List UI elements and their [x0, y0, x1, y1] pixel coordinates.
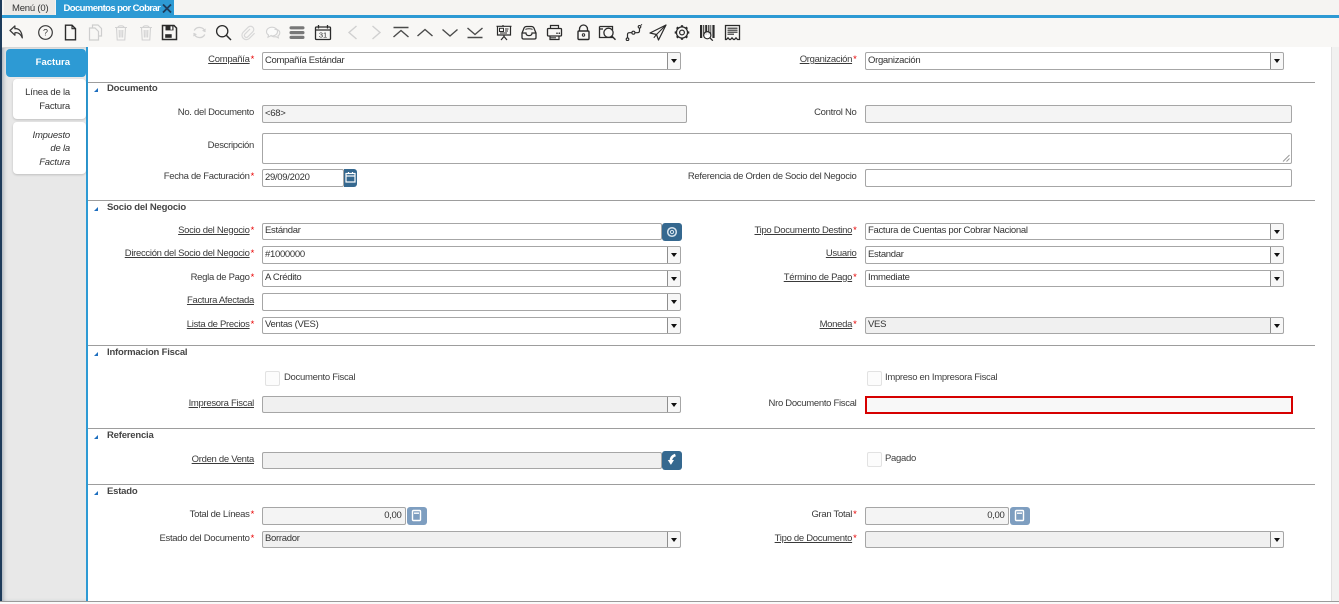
svg-text:?: ? [43, 28, 48, 38]
svg-text:31: 31 [319, 31, 327, 40]
